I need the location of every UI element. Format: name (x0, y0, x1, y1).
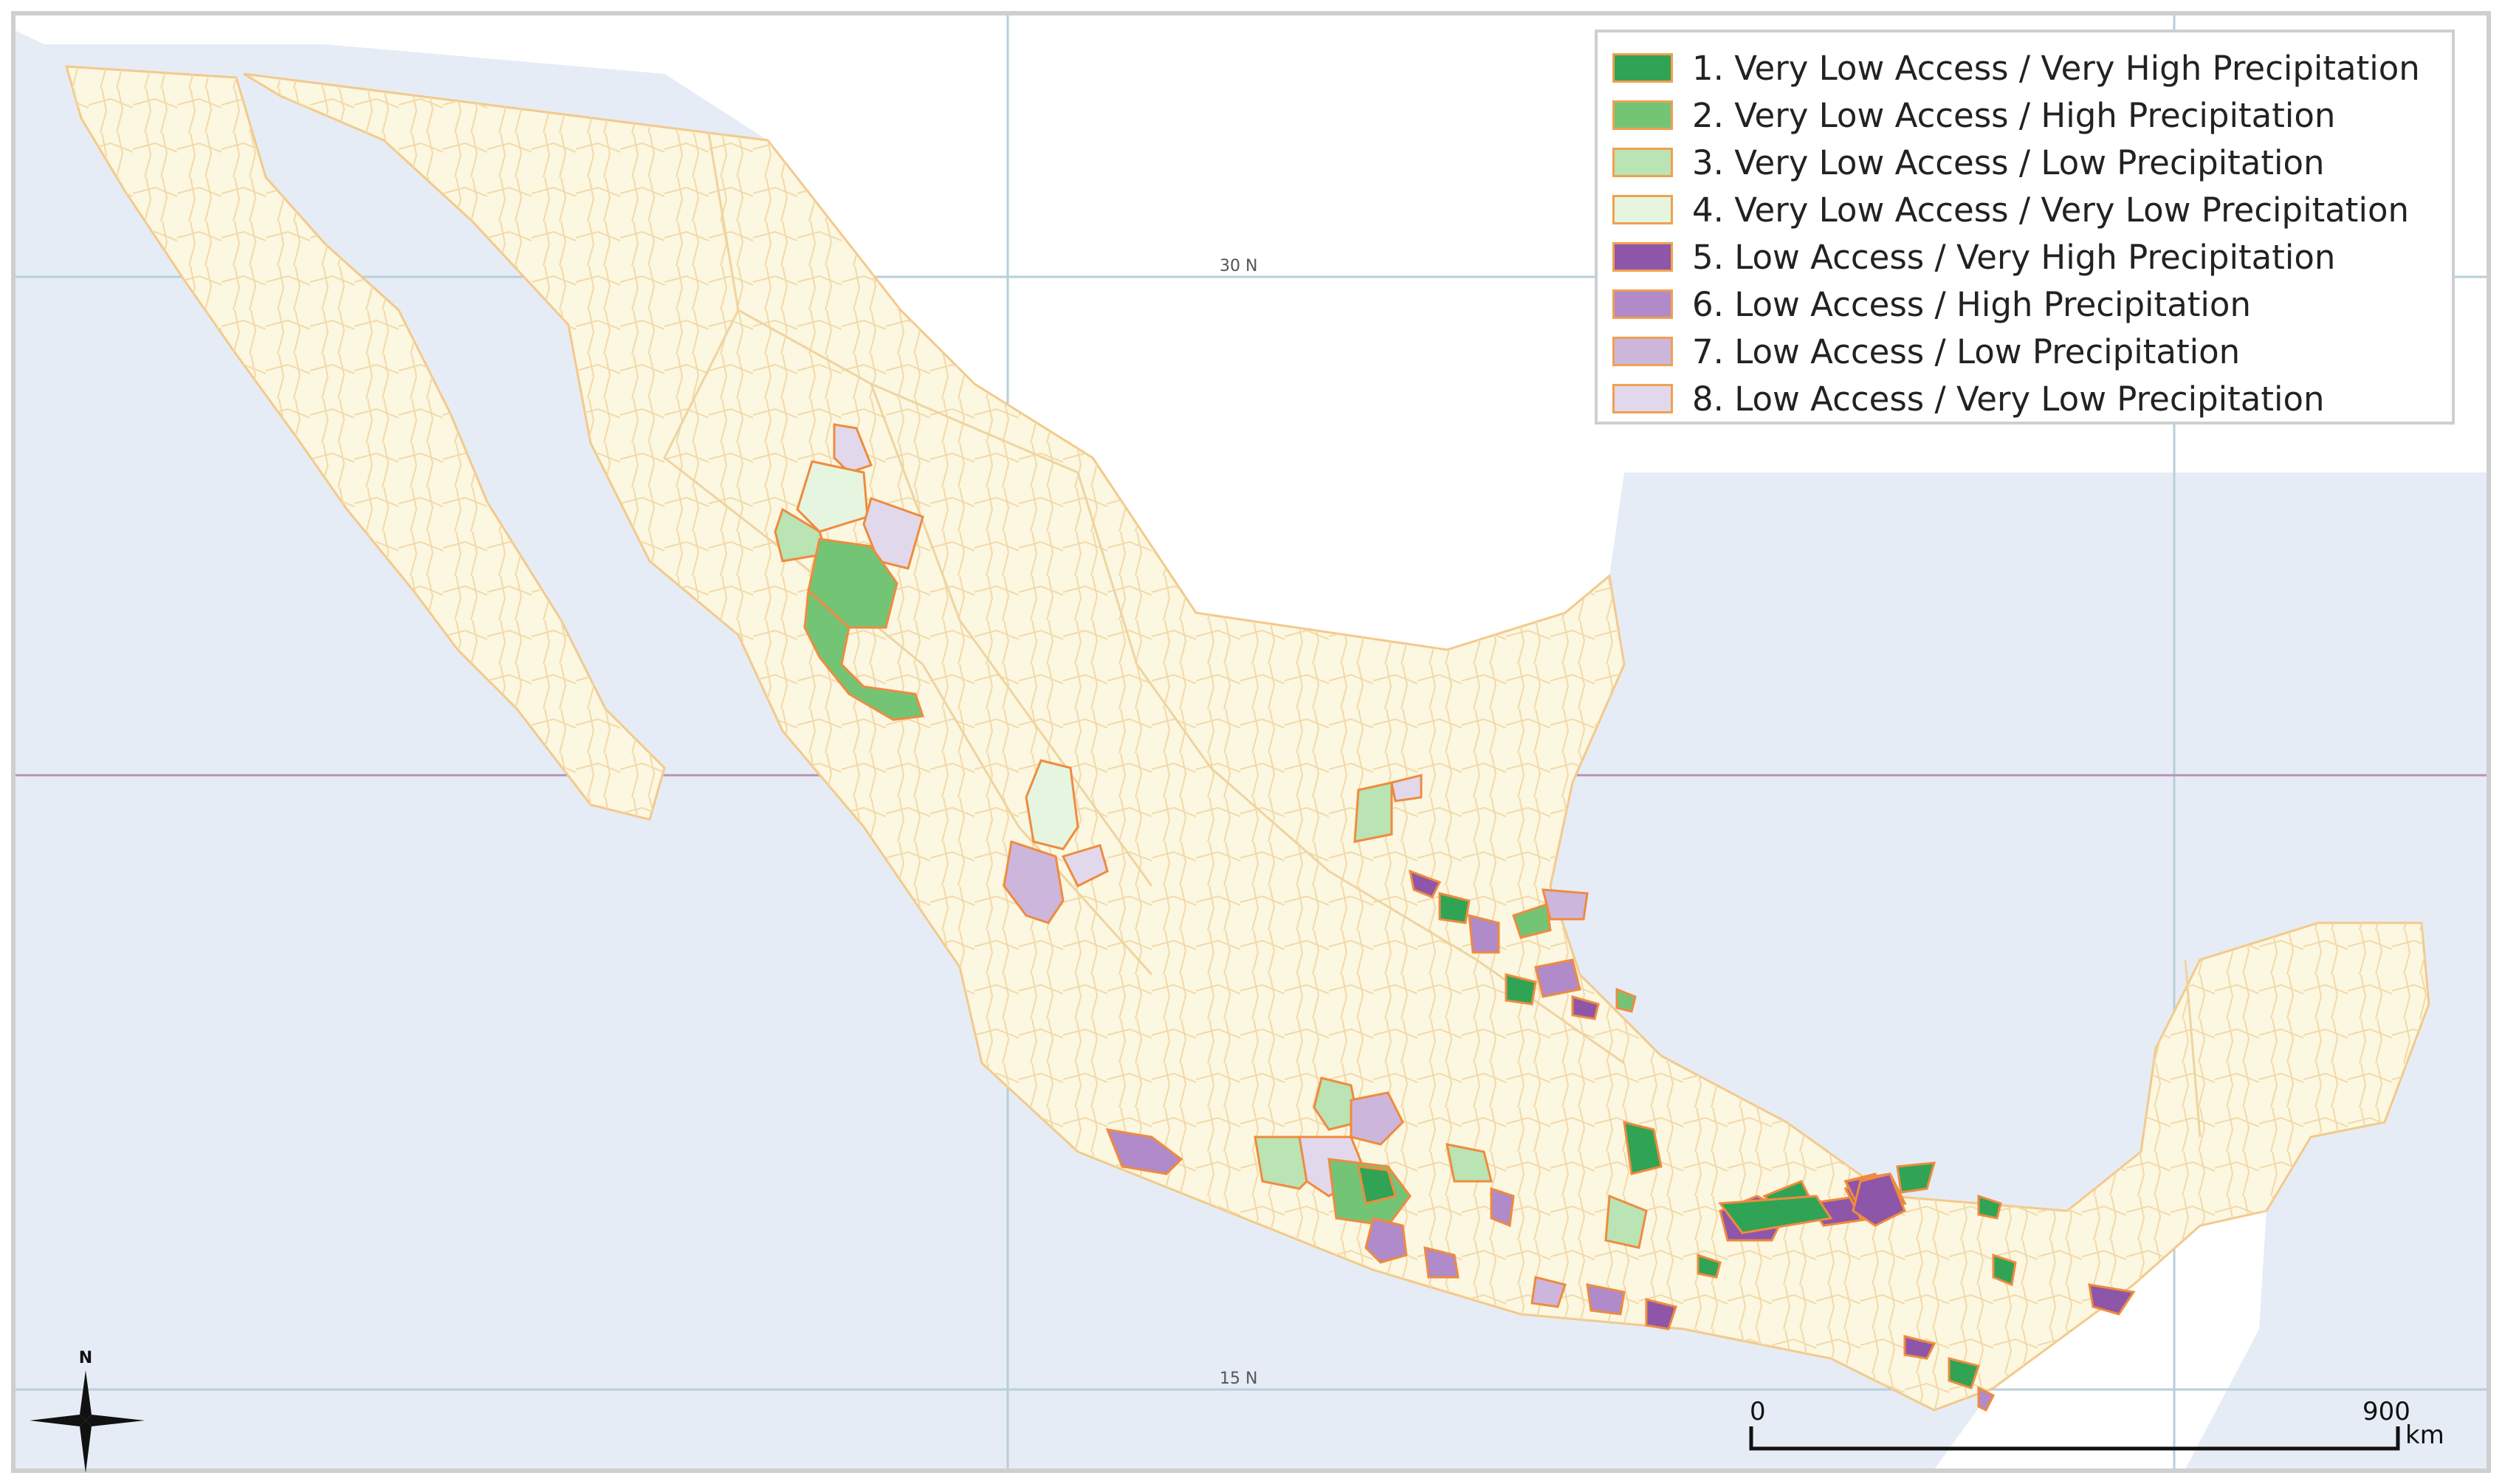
legend-swatch (1612, 100, 1673, 130)
north-label: N (79, 1349, 92, 1367)
latitude-label-15n: 15 N (1220, 1370, 1257, 1388)
legend-item: 1. Very Low Access / Very High Precipita… (1612, 44, 2437, 92)
legend-swatch (1612, 289, 1673, 319)
legend-label: 1. Very Low Access / Very High Precipita… (1692, 48, 2420, 88)
legend-item: 5. Low Access / Very High Precipitation (1612, 233, 2437, 281)
legend-item: 4. Very Low Access / Very Low Precipitat… (1612, 186, 2437, 233)
north-arrow: N (30, 1344, 148, 1473)
legend-swatch (1612, 195, 1673, 224)
legend-item: 6. Low Access / High Precipitation (1612, 281, 2437, 328)
legend-swatch (1612, 148, 1673, 177)
legend-item: 8. Low Access / Very Low Precipitation (1612, 375, 2437, 422)
legend: 1. Very Low Access / Very High Precipita… (1595, 30, 2455, 425)
legend-swatch (1612, 384, 1673, 413)
latitude-label-30n: 30 N (1220, 257, 1257, 275)
legend-label: 5. Low Access / Very High Precipitation (1692, 237, 2336, 277)
legend-label: 2. Very Low Access / High Precipitation (1692, 95, 2336, 135)
legend-label: 7. Low Access / Low Precipitation (1692, 332, 2241, 371)
legend-label: 6. Low Access / High Precipitation (1692, 284, 2251, 324)
scale-bar-line (1749, 1426, 2400, 1451)
legend-swatch (1612, 53, 1673, 83)
legend-swatch (1612, 242, 1673, 272)
legend-swatch (1612, 337, 1673, 366)
legend-label: 3. Very Low Access / Low Precipitation (1692, 142, 2325, 182)
legend-item: 7. Low Access / Low Precipitation (1612, 328, 2437, 375)
legend-label: 4. Very Low Access / Very Low Precipitat… (1692, 190, 2409, 230)
legend-label: 8. Low Access / Very Low Precipitation (1692, 379, 2325, 419)
scale-bar: 0 900 km (1748, 1397, 2444, 1456)
map-frame: 30 N 15 N 1. Very Low Access / Very High… (0, 0, 2502, 1484)
legend-item: 2. Very Low Access / High Precipitation (1612, 92, 2437, 139)
compass-star-icon: N (30, 1349, 145, 1473)
legend-item: 3. Very Low Access / Low Precipitation (1612, 139, 2437, 186)
